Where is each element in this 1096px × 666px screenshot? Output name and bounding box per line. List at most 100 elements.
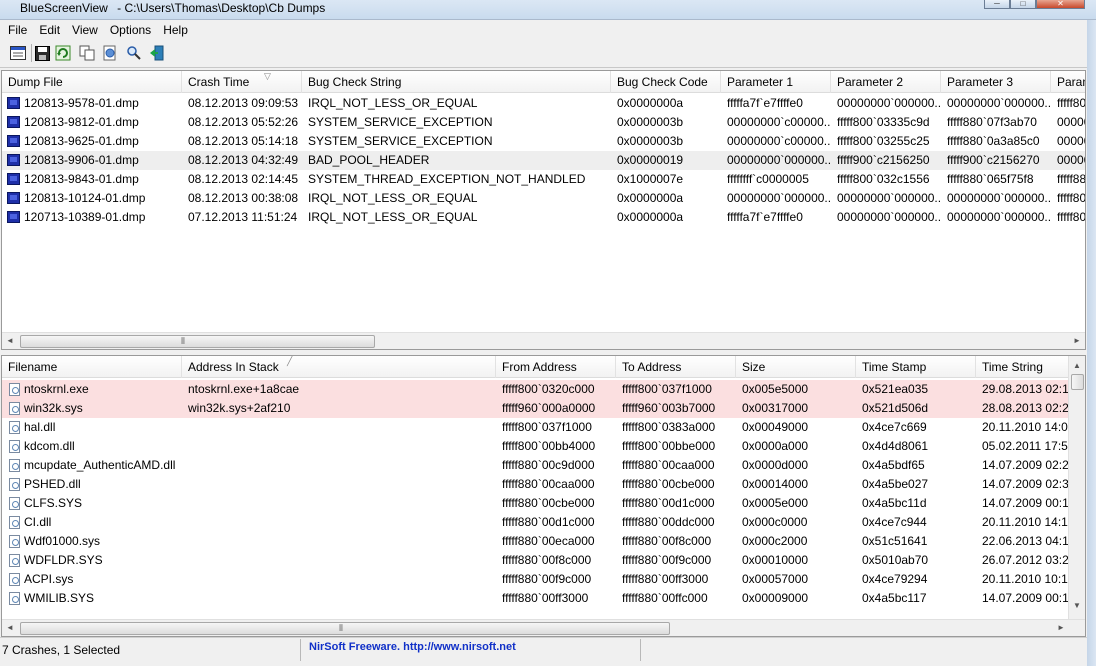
dump-file-icon — [7, 154, 20, 166]
menu-options[interactable]: Options — [104, 23, 157, 37]
scroll-left-icon[interactable]: ◄ — [4, 622, 16, 634]
menu-file[interactable]: File — [2, 23, 33, 37]
module-table-row[interactable]: CLFS.SYS fffff880`00cbe000 fffff880`00d1c0… — [2, 494, 1070, 513]
properties-icon[interactable] — [9, 44, 27, 62]
module-table-row[interactable]: Wdf01000.sys fffff880`00eca000 fffff880`00… — [2, 532, 1070, 551]
html-report-icon[interactable] — [101, 44, 119, 62]
cell-time-stamp: 0x51c51641 — [862, 534, 928, 548]
module-list-horizontal-scrollbar[interactable]: ◄ ⦀ ► — [2, 619, 1085, 636]
module-file-icon — [9, 421, 20, 434]
module-file-icon — [9, 516, 20, 529]
scroll-right-icon[interactable]: ► — [1055, 622, 1067, 634]
module-file-icon — [9, 383, 20, 396]
nirsoft-link[interactable]: NirSoft Freeware. http://www.nirsoft.net — [309, 641, 516, 653]
column-parameter-4[interactable]: Param — [1051, 71, 1085, 93]
module-table-row[interactable]: WMILIB.SYS fffff880`00ff3000 fffff880`00ff… — [2, 589, 1070, 608]
scroll-right-icon[interactable]: ► — [1071, 335, 1083, 347]
maximize-button[interactable]: □ — [1010, 0, 1036, 9]
dump-table-row[interactable]: 120813-9906-01.dmp 08.12.2013 04:32:49 BAD… — [2, 151, 1085, 170]
cell-to-address: fffff880`00cbe000 — [622, 477, 715, 491]
module-table-row[interactable]: PSHED.dll fffff880`00caa000 fffff880`00cbe… — [2, 475, 1070, 494]
cell-address-in-stack — [188, 494, 488, 513]
module-table-row[interactable]: CI.dll fffff880`00d1c000 fffff880`00ddc000… — [2, 513, 1070, 532]
close-button[interactable]: ✕ — [1036, 0, 1085, 9]
column-size[interactable]: Size — [736, 356, 856, 378]
save-icon[interactable] — [33, 44, 51, 62]
scrollbar-thumb[interactable]: ⦀ — [20, 622, 670, 635]
cell-time-stamp: 0x521ea035 — [862, 382, 929, 396]
menu-view[interactable]: View — [66, 23, 104, 37]
module-table-row[interactable]: ACPI.sys fffff880`00f9c000 fffff880`00ff30… — [2, 570, 1070, 589]
dump-table-row[interactable]: 120813-10124-01.dmp 08.12.2013 00:38:08 IR… — [2, 189, 1085, 208]
vertical-scrollbar-thumb[interactable] — [1071, 374, 1084, 390]
column-bug-check-string[interactable]: Bug Check String — [302, 71, 611, 93]
cell-filename: PSHED.dll — [24, 477, 81, 491]
exit-icon[interactable] — [148, 44, 166, 62]
refresh-icon[interactable] — [54, 44, 72, 62]
scroll-up-icon[interactable]: ▲ — [1071, 360, 1083, 372]
module-list-vertical-scrollbar[interactable]: ▲ ▼ — [1068, 356, 1085, 619]
column-dump-file[interactable]: Dump File — [2, 71, 182, 93]
module-file-icon — [9, 497, 20, 510]
cell-dump-file: 120813-9578-01.dmp — [24, 96, 139, 110]
column-time-string[interactable]: Time String — [976, 356, 1070, 378]
module-table-row[interactable]: ntoskrnl.exe ntoskrnl.exe+1a8cae fffff800`… — [2, 380, 1070, 399]
cell-parameter-1: fffffa7f`e7ffffe0 — [727, 96, 803, 110]
dump-table-row[interactable]: 120713-10389-01.dmp 07.12.2013 11:51:24 IR… — [2, 208, 1085, 227]
menu-edit[interactable]: Edit — [33, 23, 66, 37]
module-table-row[interactable]: hal.dll fffff800`037f1000 fffff800`0383a00… — [2, 418, 1070, 437]
cell-dump-file: 120813-9843-01.dmp — [24, 172, 139, 186]
column-parameter-2[interactable]: Parameter 2 — [831, 71, 941, 93]
menu-help[interactable]: Help — [157, 23, 194, 37]
column-crash-time[interactable]: Crash Time — [182, 71, 302, 93]
cell-address-in-stack — [188, 589, 488, 608]
scroll-left-icon[interactable]: ◄ — [4, 335, 16, 347]
find-icon[interactable] — [125, 44, 143, 62]
dump-table-row[interactable]: 120813-9812-01.dmp 08.12.2013 05:52:26 SYS… — [2, 113, 1085, 132]
cell-time-string: 20.11.2010 14:00: — [982, 420, 1070, 434]
column-bug-check-code[interactable]: Bug Check Code — [611, 71, 721, 93]
column-parameter-3[interactable]: Parameter 3 — [941, 71, 1051, 93]
column-time-stamp[interactable]: Time Stamp — [856, 356, 976, 378]
column-to-address[interactable]: To Address — [616, 356, 736, 378]
cell-from-address: fffff800`00bb4000 — [502, 439, 596, 453]
cell-size: 0x0000d000 — [742, 458, 809, 472]
dump-table-row[interactable]: 120813-9625-01.dmp 08.12.2013 05:14:18 SYS… — [2, 132, 1085, 151]
scroll-down-icon[interactable]: ▼ — [1071, 600, 1083, 612]
cell-bug-check-string: IRQL_NOT_LESS_OR_EQUAL — [308, 96, 478, 110]
cell-time-string: 26.07.2012 03:29: — [982, 553, 1070, 567]
cell-to-address: fffff880`00caa000 — [622, 458, 715, 472]
cell-parameter-4: 000000 — [1057, 153, 1085, 167]
cell-parameter-1: 00000000`000000... — [727, 191, 831, 205]
cell-size: 0x00014000 — [742, 477, 809, 491]
module-table-row[interactable]: kdcom.dll fffff800`00bb4000 fffff800`00bbe… — [2, 437, 1070, 456]
cell-bug-check-code: 0x1000007e — [617, 172, 684, 186]
column-address-in-stack[interactable]: Address In Stack — [182, 356, 496, 378]
toolbar-separator — [31, 44, 32, 62]
column-from-address[interactable]: From Address — [496, 356, 616, 378]
column-parameter-1[interactable]: Parameter 1 — [721, 71, 831, 93]
module-file-icon — [9, 592, 20, 605]
scrollbar-thumb[interactable]: ⦀ — [20, 335, 375, 348]
module-table-row[interactable]: mcupdate_AuthenticAMD.dll fffff880`00c9d0… — [2, 456, 1070, 475]
module-file-icon — [9, 535, 20, 548]
cell-address-in-stack — [188, 513, 488, 532]
cell-address-in-stack — [188, 475, 488, 494]
column-filename[interactable]: Filename — [2, 356, 182, 378]
copy-icon[interactable] — [78, 44, 96, 62]
module-table-row[interactable]: win32k.sys win32k.sys+2af210 fffff960`000a… — [2, 399, 1070, 418]
cell-size: 0x0000a000 — [742, 439, 809, 453]
cell-time-string: 05.02.2011 17:52: — [982, 439, 1070, 453]
menu-bar: File Edit View Options Help — [0, 20, 1096, 39]
cell-crash-time: 08.12.2013 04:32:49 — [188, 153, 299, 167]
cell-to-address: fffff800`0383a000 — [622, 420, 716, 434]
dump-table-row[interactable]: 120813-9843-01.dmp 08.12.2013 02:14:45 SYS… — [2, 170, 1085, 189]
cell-filename: WDFLDR.SYS — [24, 553, 103, 567]
dump-list-horizontal-scrollbar[interactable]: ◄ ⦀ ► — [2, 332, 1085, 349]
minimize-button[interactable]: ─ — [984, 0, 1010, 9]
cell-bug-check-code: 0x0000003b — [617, 115, 684, 129]
dump-table-row[interactable]: 120813-9578-01.dmp 08.12.2013 09:09:53 IRQ… — [2, 94, 1085, 113]
cell-time-string: 14.07.2009 00:19: — [982, 591, 1070, 605]
module-table-row[interactable]: WDFLDR.SYS fffff880`00f8c000 fffff880`00f9… — [2, 551, 1070, 570]
cell-time-string: 14.07.2009 02:29: — [982, 458, 1070, 472]
